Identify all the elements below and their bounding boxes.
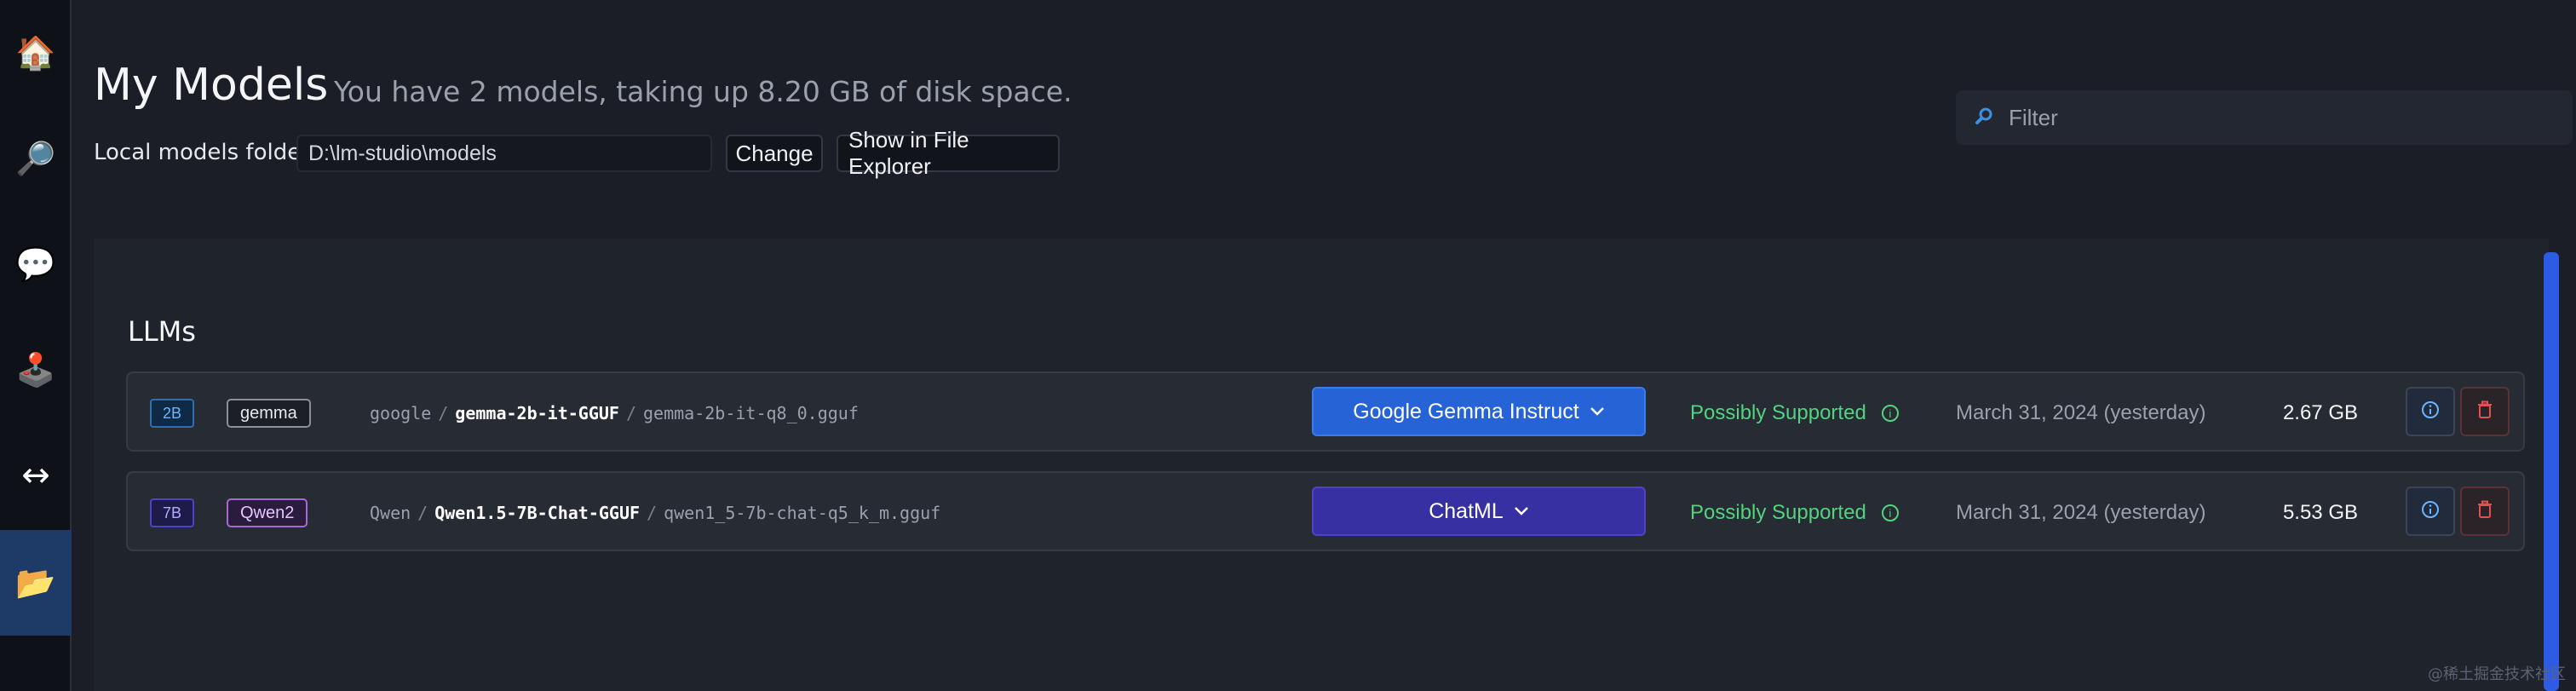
filter-input[interactable]	[2009, 104, 2537, 131]
model-row[interactable]: 2B gemma google / gemma-2b-it-GGUF / gem…	[126, 371, 2525, 452]
preset-label: ChatML	[1429, 498, 1504, 523]
model-repo: Qwen1.5-7B-Chat-GGUF	[434, 503, 641, 523]
model-file: gemma-2b-it-q8_0.gguf	[643, 403, 859, 423]
architecture-badge: Qwen2	[227, 498, 308, 527]
trash-icon	[2476, 400, 2493, 423]
model-repo: gemma-2b-it-GGUF	[455, 403, 619, 423]
section-title-llms: LLMs	[128, 315, 196, 348]
watermark: @稀土掘金技术社区	[2428, 665, 2566, 683]
search-icon	[1975, 107, 1993, 129]
info-icon[interactable]: i	[1881, 405, 1899, 422]
folder-icon: 📂	[15, 563, 56, 602]
model-file: qwen1_5-7b-chat-q5_k_m.gguf	[664, 503, 941, 523]
compatibility-status: Possibly Supported i	[1690, 498, 1899, 527]
model-publisher: Qwen	[370, 503, 411, 523]
compatibility-label: Possibly Supported	[1690, 401, 1866, 424]
model-file-size: 2.67 GB	[2282, 401, 2358, 424]
filter-box[interactable]	[1956, 90, 2573, 145]
model-file-size: 5.53 GB	[2282, 501, 2358, 524]
sidebar-item-playground[interactable]: 🕹️	[0, 317, 72, 423]
sidebar-item-server[interactable]: ↔	[0, 423, 72, 528]
parameter-size-badge: 2B	[150, 399, 194, 428]
local-models-folder-label: Local models folder	[94, 140, 310, 165]
parameter-size-badge: 7B	[150, 498, 194, 527]
preset-label: Google Gemma Instruct	[1353, 399, 1579, 423]
change-folder-button[interactable]: Change	[726, 135, 823, 172]
prompt-preset-dropdown[interactable]: Google Gemma Instruct	[1312, 387, 1646, 436]
double-arrow-icon: ↔	[21, 456, 50, 495]
models-panel	[94, 239, 2549, 691]
joystick-icon: 🕹️	[15, 350, 56, 389]
info-icon	[2421, 500, 2440, 522]
path-separator: /	[438, 403, 449, 423]
model-info-button[interactable]	[2406, 487, 2455, 536]
compatibility-label: Possibly Supported	[1690, 501, 1866, 524]
show-in-file-explorer-button[interactable]: Show in File Explorer	[837, 127, 1060, 179]
compatibility-status: Possibly Supported i	[1690, 399, 1899, 428]
trash-icon	[2476, 500, 2493, 522]
model-path: google / gemma-2b-it-GGUF / gemma-2b-it-…	[370, 399, 859, 428]
prompt-preset-dropdown[interactable]: ChatML	[1312, 487, 1646, 536]
chevron-down-icon	[1590, 403, 1605, 421]
models-folder-path-field[interactable]	[296, 135, 712, 172]
search-icon: 🔎	[15, 139, 56, 177]
chat-bubble-icon: 💬	[15, 245, 56, 283]
sidebar: 🏠 🔎 💬 🕹️ ↔ 📂	[0, 0, 72, 691]
sidebar-item-chat[interactable]: 💬	[0, 211, 72, 317]
info-icon	[2421, 400, 2440, 423]
architecture-badge: gemma	[227, 399, 311, 428]
chevron-down-icon	[1514, 503, 1529, 521]
sidebar-item-my-models[interactable]: 📂	[0, 530, 72, 636]
info-icon[interactable]: i	[1881, 504, 1899, 521]
path-separator: /	[647, 503, 658, 523]
sidebar-item-search[interactable]: 🔎	[0, 106, 72, 211]
model-row[interactable]: 7B Qwen2 Qwen / Qwen1.5-7B-Chat-GGUF / q…	[126, 471, 2525, 551]
delete-model-button[interactable]	[2460, 387, 2510, 436]
model-publisher: google	[370, 403, 432, 423]
home-icon: 🏠	[15, 33, 56, 72]
delete-model-button[interactable]	[2460, 487, 2510, 536]
model-path: Qwen / Qwen1.5-7B-Chat-GGUF / qwen1_5-7b…	[370, 498, 940, 527]
download-date: March 31, 2024 (yesterday)	[1956, 401, 2206, 424]
model-info-button[interactable]	[2406, 387, 2455, 436]
vertical-scrollbar[interactable]	[2544, 252, 2559, 691]
path-separator: /	[625, 403, 636, 423]
sidebar-item-home[interactable]: 🏠	[0, 0, 72, 106]
page-title: My Models	[94, 60, 329, 111]
path-separator: /	[417, 503, 428, 523]
download-date: March 31, 2024 (yesterday)	[1956, 501, 2206, 524]
disk-usage-summary: You have 2 models, taking up 8.20 GB of …	[334, 75, 1072, 108]
